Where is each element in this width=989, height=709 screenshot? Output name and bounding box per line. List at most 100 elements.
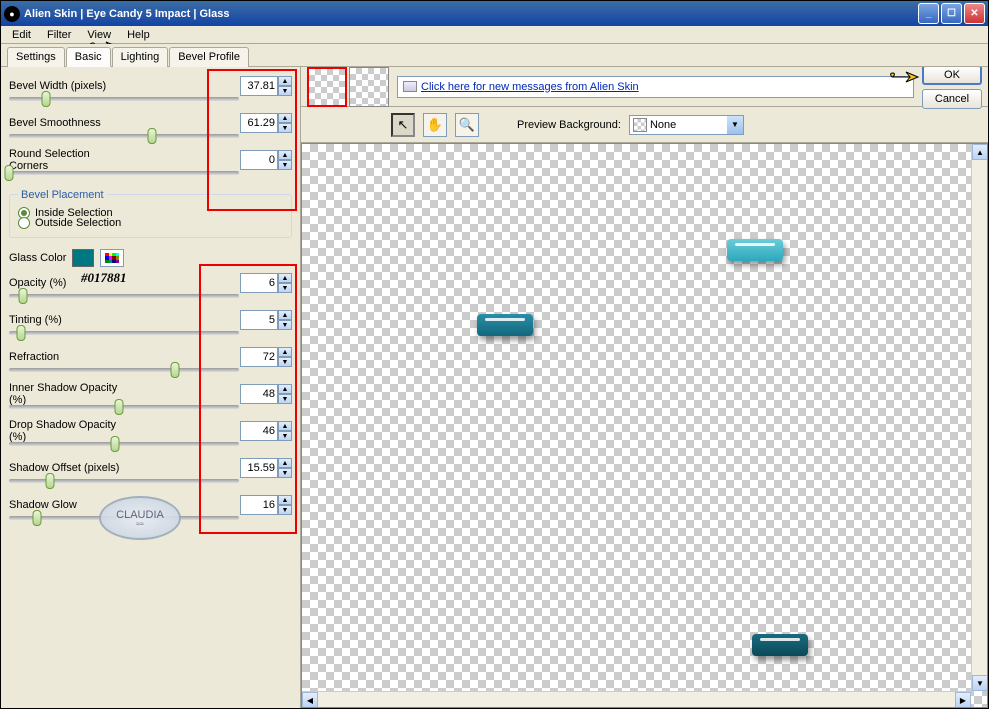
tab-row: Settings Basic Lighting Bevel Profile <box>1 44 988 67</box>
bevel-width-input[interactable] <box>240 76 278 96</box>
menu-filter[interactable]: Filter <box>40 28 78 42</box>
shadow-glow-up[interactable]: ▲ <box>278 495 292 505</box>
bevel-smoothness-input[interactable] <box>240 113 278 133</box>
round-corners-up[interactable]: ▲ <box>278 150 292 160</box>
shadow-glow-input[interactable] <box>240 495 278 515</box>
zoom-tool-icon[interactable]: 🔍 <box>455 113 479 137</box>
hand-tool-icon[interactable]: ✋ <box>423 113 447 137</box>
param-inner-shadow: Inner Shadow Opacity (%) ▲▼ <box>9 383 292 405</box>
bevel-placement-legend: Bevel Placement <box>18 189 107 201</box>
glass-color-hex: #017881 <box>81 270 127 286</box>
bevel-width-up[interactable]: ▲ <box>278 76 292 86</box>
inner-shadow-slider[interactable] <box>9 405 239 409</box>
tool-row: ↖ ✋ 🔍 Preview Background: None ▼ <box>301 107 988 143</box>
message-link[interactable]: Click here for new messages from Alien S… <box>421 81 639 93</box>
bevel-smoothness-label: Bevel Smoothness <box>9 117 129 129</box>
app-icon: ● <box>4 6 20 22</box>
refraction-input[interactable] <box>240 347 278 367</box>
round-corners-slider[interactable] <box>9 171 239 175</box>
drop-shadow-slider[interactable] <box>9 442 239 446</box>
param-tinting: Tinting (%) ▲▼ <box>9 309 292 331</box>
opacity-up[interactable]: ▲ <box>278 273 292 283</box>
bevel-smoothness-down[interactable]: ▼ <box>278 123 292 133</box>
param-drop-shadow: Drop Shadow Opacity (%) ▲▼ <box>9 420 292 442</box>
refraction-down[interactable]: ▼ <box>278 357 292 367</box>
move-tool-icon[interactable]: ↖ <box>391 113 415 137</box>
checker-background <box>302 144 987 707</box>
round-corners-label: Round Selection Corners <box>9 148 129 172</box>
window-title: Alien Skin | Eye Candy 5 Impact | Glass <box>24 8 918 20</box>
shadow-glow-slider[interactable] <box>9 516 239 520</box>
glass-color-picker[interactable] <box>100 249 124 267</box>
preview-thumbnail-2[interactable] <box>349 67 389 107</box>
tab-lighting[interactable]: Lighting <box>112 47 169 67</box>
preview-area[interactable]: ▲▼ ◀▶ <box>301 143 988 708</box>
scrollbar-vertical[interactable]: ▲▼ <box>971 144 987 691</box>
top-row: Click here for new messages from Alien S… <box>301 67 988 107</box>
preview-thumbnail-1[interactable] <box>307 67 347 107</box>
opacity-down[interactable]: ▼ <box>278 283 292 293</box>
inner-shadow-up[interactable]: ▲ <box>278 384 292 394</box>
scrollbar-horizontal[interactable]: ◀▶ <box>302 691 971 707</box>
param-shadow-offset: Shadow Offset (pixels) ▲▼ <box>9 457 292 479</box>
param-bevel-smoothness: Bevel Smoothness ▲▼ <box>9 112 292 134</box>
tab-bevel-profile[interactable]: Bevel Profile <box>169 47 249 67</box>
param-bevel-width: Bevel Width (pixels) ▲▼ <box>9 75 292 97</box>
shadow-offset-input[interactable] <box>240 458 278 478</box>
glass-shape-3 <box>752 634 808 656</box>
shadow-offset-up[interactable]: ▲ <box>278 458 292 468</box>
refraction-label: Refraction <box>9 351 129 363</box>
drop-shadow-down[interactable]: ▼ <box>278 431 292 441</box>
opacity-slider[interactable] <box>9 294 239 298</box>
glass-color-label: Glass Color <box>9 252 66 264</box>
inner-shadow-input[interactable] <box>240 384 278 404</box>
chevron-down-icon: ▼ <box>727 116 743 134</box>
drop-shadow-up[interactable]: ▲ <box>278 421 292 431</box>
round-corners-input[interactable] <box>240 150 278 170</box>
checker-icon <box>633 118 647 132</box>
tinting-label: Tinting (%) <box>9 314 129 326</box>
close-button[interactable]: ✕ <box>964 3 985 24</box>
tab-basic[interactable]: Basic <box>66 47 111 67</box>
bevel-width-down[interactable]: ▼ <box>278 86 292 96</box>
opacity-input[interactable] <box>240 273 278 293</box>
glass-shape-1 <box>477 314 533 336</box>
shadow-offset-slider[interactable] <box>9 479 239 483</box>
shadow-offset-label: Shadow Offset (pixels) <box>9 462 129 474</box>
inner-shadow-label: Inner Shadow Opacity (%) <box>9 382 129 406</box>
refraction-slider[interactable] <box>9 368 239 372</box>
menu-edit[interactable]: Edit <box>5 28 38 42</box>
tab-settings[interactable]: Settings <box>7 47 65 67</box>
shadow-offset-down[interactable]: ▼ <box>278 468 292 478</box>
bevel-smoothness-up[interactable]: ▲ <box>278 113 292 123</box>
glass-shape-2 <box>727 239 783 261</box>
param-refraction: Refraction ▲▼ <box>9 346 292 368</box>
message-bar[interactable]: Click here for new messages from Alien S… <box>397 76 914 98</box>
preview-bg-label: Preview Background: <box>517 119 621 131</box>
message-icon <box>403 81 417 92</box>
shadow-glow-down[interactable]: ▼ <box>278 505 292 515</box>
round-corners-down[interactable]: ▼ <box>278 160 292 170</box>
cancel-button[interactable]: Cancel <box>922 89 982 109</box>
tinting-input[interactable] <box>240 310 278 330</box>
menu-bar: Edit Filter View Help <box>1 26 988 44</box>
preview-bg-dropdown[interactable]: None ▼ <box>629 115 744 135</box>
menu-view[interactable]: View <box>80 28 118 42</box>
ok-button[interactable]: OK <box>922 67 982 85</box>
drop-shadow-input[interactable] <box>240 421 278 441</box>
bevel-smoothness-slider[interactable] <box>9 134 239 138</box>
inner-shadow-down[interactable]: ▼ <box>278 394 292 404</box>
maximize-button[interactable]: ☐ <box>941 3 962 24</box>
settings-panel: Bevel Width (pixels) ▲▼ Bevel Smoothness… <box>1 67 301 708</box>
preview-panel: Click here for new messages from Alien S… <box>301 67 988 708</box>
bevel-width-slider[interactable] <box>9 97 239 101</box>
radio-button-icon <box>18 217 30 229</box>
refraction-up[interactable]: ▲ <box>278 347 292 357</box>
menu-help[interactable]: Help <box>120 28 157 42</box>
tinting-up[interactable]: ▲ <box>278 310 292 320</box>
glass-color-swatch[interactable] <box>72 249 94 267</box>
radio-outside-selection[interactable]: Outside Selection <box>18 217 283 229</box>
tinting-down[interactable]: ▼ <box>278 320 292 330</box>
tinting-slider[interactable] <box>9 331 239 335</box>
minimize-button[interactable]: _ <box>918 3 939 24</box>
